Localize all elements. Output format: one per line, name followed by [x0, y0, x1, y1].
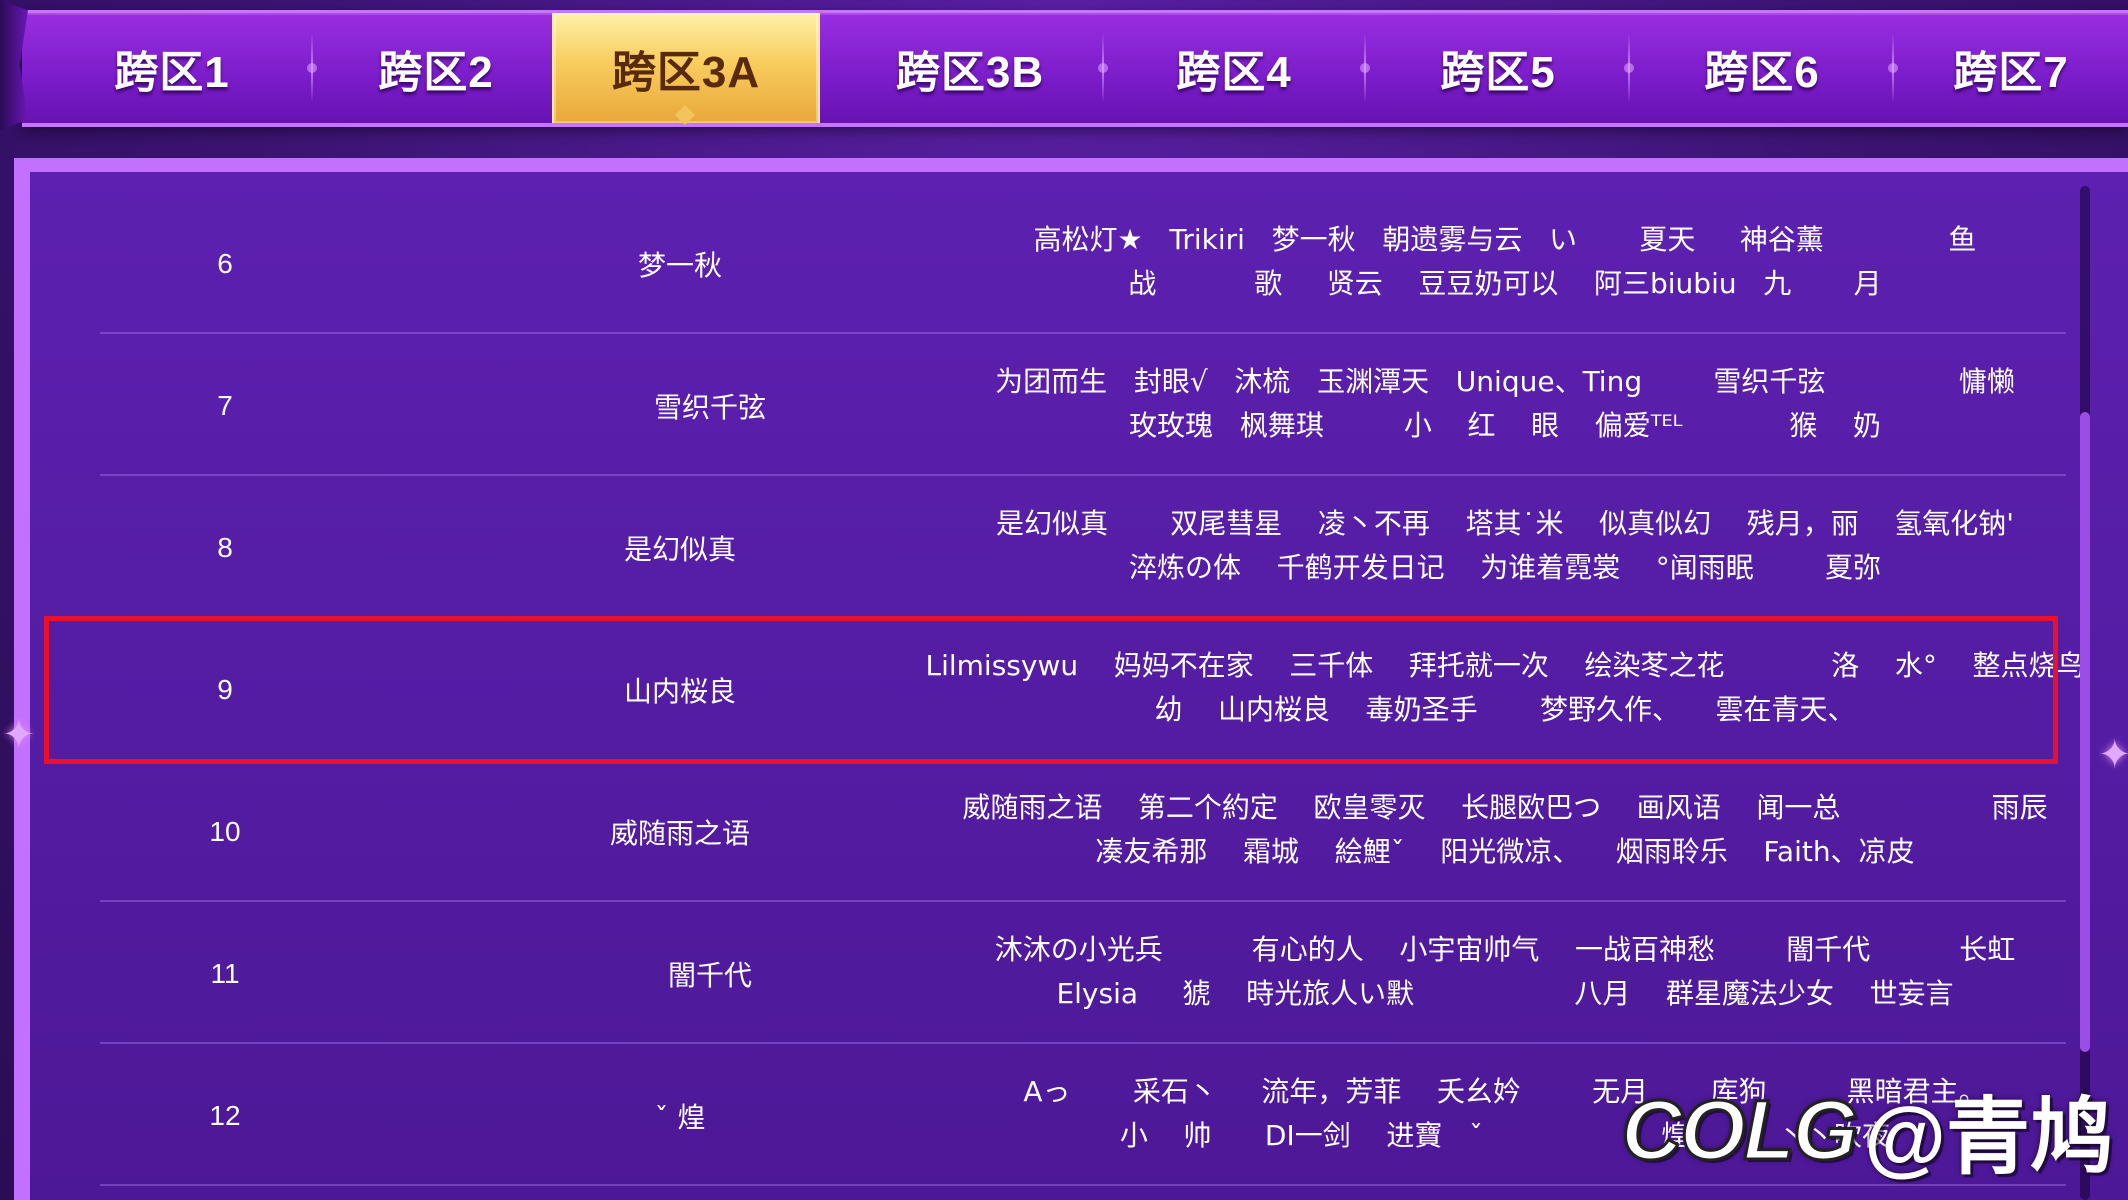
member-line: 高松灯★ Trikiri 梦一秋 朝遗雾与云 い 夏天 神谷薰 鱼: [1033, 223, 1977, 256]
tab-region-6[interactable]: 跨区6: [1630, 13, 1894, 123]
row-divider: [100, 900, 2066, 902]
member-line: 是幻似真 双尾彗星 凌丶不再 塔其˙米 似真似幻 残月，丽 氢氧化钠': [995, 507, 2014, 540]
rank-number: 11: [210, 958, 240, 989]
member-line: 威随雨之语 第二个約定 欧皇零灭 长腿欧巴つ 画风语 闻一总 雨辰: [962, 791, 2048, 824]
team-members: Lilmissywu 妈妈不在家 三千体 拜托就一次 绘染苳之花 洛 水° 整点…: [890, 642, 2120, 742]
tab-region-1[interactable]: 跨区1: [40, 13, 304, 123]
team-leader: 威随雨之语: [609, 817, 750, 850]
scrollbar[interactable]: [2080, 186, 2090, 1200]
member-line: 战 歌 贤云 豆豆奶可以 阿三biubiu 九 月: [1128, 267, 1882, 300]
team-members: 高松灯★ Trikiri 梦一秋 朝遗雾与云 い 夏天 神谷薰 鱼 战 歌 贤云…: [890, 216, 2120, 316]
row-divider: [100, 1042, 2066, 1044]
row-divider: [100, 474, 2066, 476]
team-members: 是幻似真 双尾彗星 凌丶不再 塔其˙米 似真似幻 残月，丽 氢氧化钠' 淬炼の体…: [890, 500, 2120, 600]
ranking-panel: 6 梦一秋 高松灯★ Trikiri 梦一秋 朝遗雾与云 い 夏天 神谷薰 鱼 …: [30, 172, 2128, 1200]
rank-number: 10: [209, 816, 241, 847]
region-tab-bar: 跨区1 跨区2 跨区3A 跨区3B 跨区4 跨区5 跨区6 跨区7: [22, 10, 2128, 127]
member-line: 幼 山内桜良 毒奶圣手 梦野久作、 雲在青天、: [1154, 693, 1856, 726]
member-line: Elysia 猇 時光旅人い默 八月 群星魔法少女 世妄言: [1056, 977, 1954, 1010]
team-members: 为团而生 封眼√ 沐梳 玉渊潭天 Unique、Ting 雪织千弦 慵懒 玫玫瑰…: [890, 358, 2120, 458]
rank-number: 8: [217, 532, 233, 563]
team-members: 沐沐の小光兵 有心的人 小宇宙帅气 一战百神愁 闇千代 长虹 Elysia 猇 …: [890, 926, 2120, 1026]
team-leader: 山内桜良: [623, 675, 736, 708]
table-row: 10 威随雨之语 威随雨之语 第二个約定 欧皇零灭 长腿欧巴つ 画风语 闻一总 …: [100, 762, 2066, 902]
watermark: COLG @青鸠: [1620, 1080, 2114, 1184]
team-leader: 闇千代: [667, 959, 752, 992]
team-leader: 雪织千弦: [653, 391, 766, 424]
table-row: 6 梦一秋 高松灯★ Trikiri 梦一秋 朝遗雾与云 い 夏天 神谷薰 鱼 …: [100, 194, 2066, 334]
team-leader: ˇ 煌: [654, 1101, 706, 1134]
tab-region-5[interactable]: 跨区5: [1366, 13, 1630, 123]
member-line: Lilmissywu 妈妈不在家 三千体 拜托就一次 绘染苳之花 洛 水° 整点…: [925, 649, 2085, 682]
table-row-highlighted: 9 山内桜良 Lilmissywu 妈妈不在家 三千体 拜托就一次 绘染苳之花 …: [100, 620, 2084, 760]
rank-number: 7: [217, 390, 233, 421]
team-leader: 是幻似真: [623, 533, 736, 566]
table-row: 8 是幻似真 是幻似真 双尾彗星 凌丶不再 塔其˙米 似真似幻 残月，丽 氢氧化…: [100, 478, 2066, 618]
sparkle-icon: ✦: [2, 712, 36, 758]
member-line: 玫玫瑰 枫舞琪 小 红 眼 偏爱ᵀᴱᴸ 猴 奶: [1129, 409, 1881, 442]
member-line: 凑友希那 霜城 絵鯉ˇ 阳光微凉、 烟雨聆乐 Faith、凉皮: [1095, 835, 1915, 868]
table-row: 11 闇千代 沐沐の小光兵 有心的人 小宇宙帅气 一战百神愁 闇千代 长虹 El…: [100, 904, 2066, 1044]
tab-region-4[interactable]: 跨区4: [1102, 13, 1366, 123]
rank-number: 12: [209, 1100, 241, 1131]
rank-number: 6: [217, 248, 233, 279]
team-leader: 梦一秋: [637, 249, 722, 282]
scrollbar-thumb[interactable]: [2080, 412, 2090, 1052]
team-members: 威随雨之语 第二个約定 欧皇零灭 长腿欧巴つ 画风语 闻一总 雨辰 凑友希那 霜…: [890, 784, 2120, 884]
tab-region-2[interactable]: 跨区2: [304, 13, 568, 123]
row-divider: [100, 1184, 2066, 1186]
rank-number: 9: [217, 674, 233, 705]
member-line: 沐沐の小光兵 有心的人 小宇宙帅气 一战百神愁 闇千代 长虹: [994, 933, 2016, 966]
tab-region-3b[interactable]: 跨区3B: [838, 13, 1102, 123]
table-row: 7 雪织千弦 为团而生 封眼√ 沐梳 玉渊潭天 Unique、Ting 雪织千弦…: [100, 336, 2066, 476]
colg-logo: COLG: [1620, 1081, 1860, 1178]
sparkle-icon: ✦: [2098, 732, 2128, 778]
member-line: 为团而生 封眼√ 沐梳 玉渊潭天 Unique、Ting 雪织千弦 慵懒: [995, 365, 2015, 398]
row-divider: [100, 332, 2066, 334]
tab-region-7[interactable]: 跨区7: [1894, 13, 2128, 123]
member-line: 淬炼の体 千鹤开发日记 为谁着霓裳 °闻雨眠 夏弥: [1128, 551, 1881, 584]
watermark-handle: @青鸠: [1864, 1089, 2114, 1184]
